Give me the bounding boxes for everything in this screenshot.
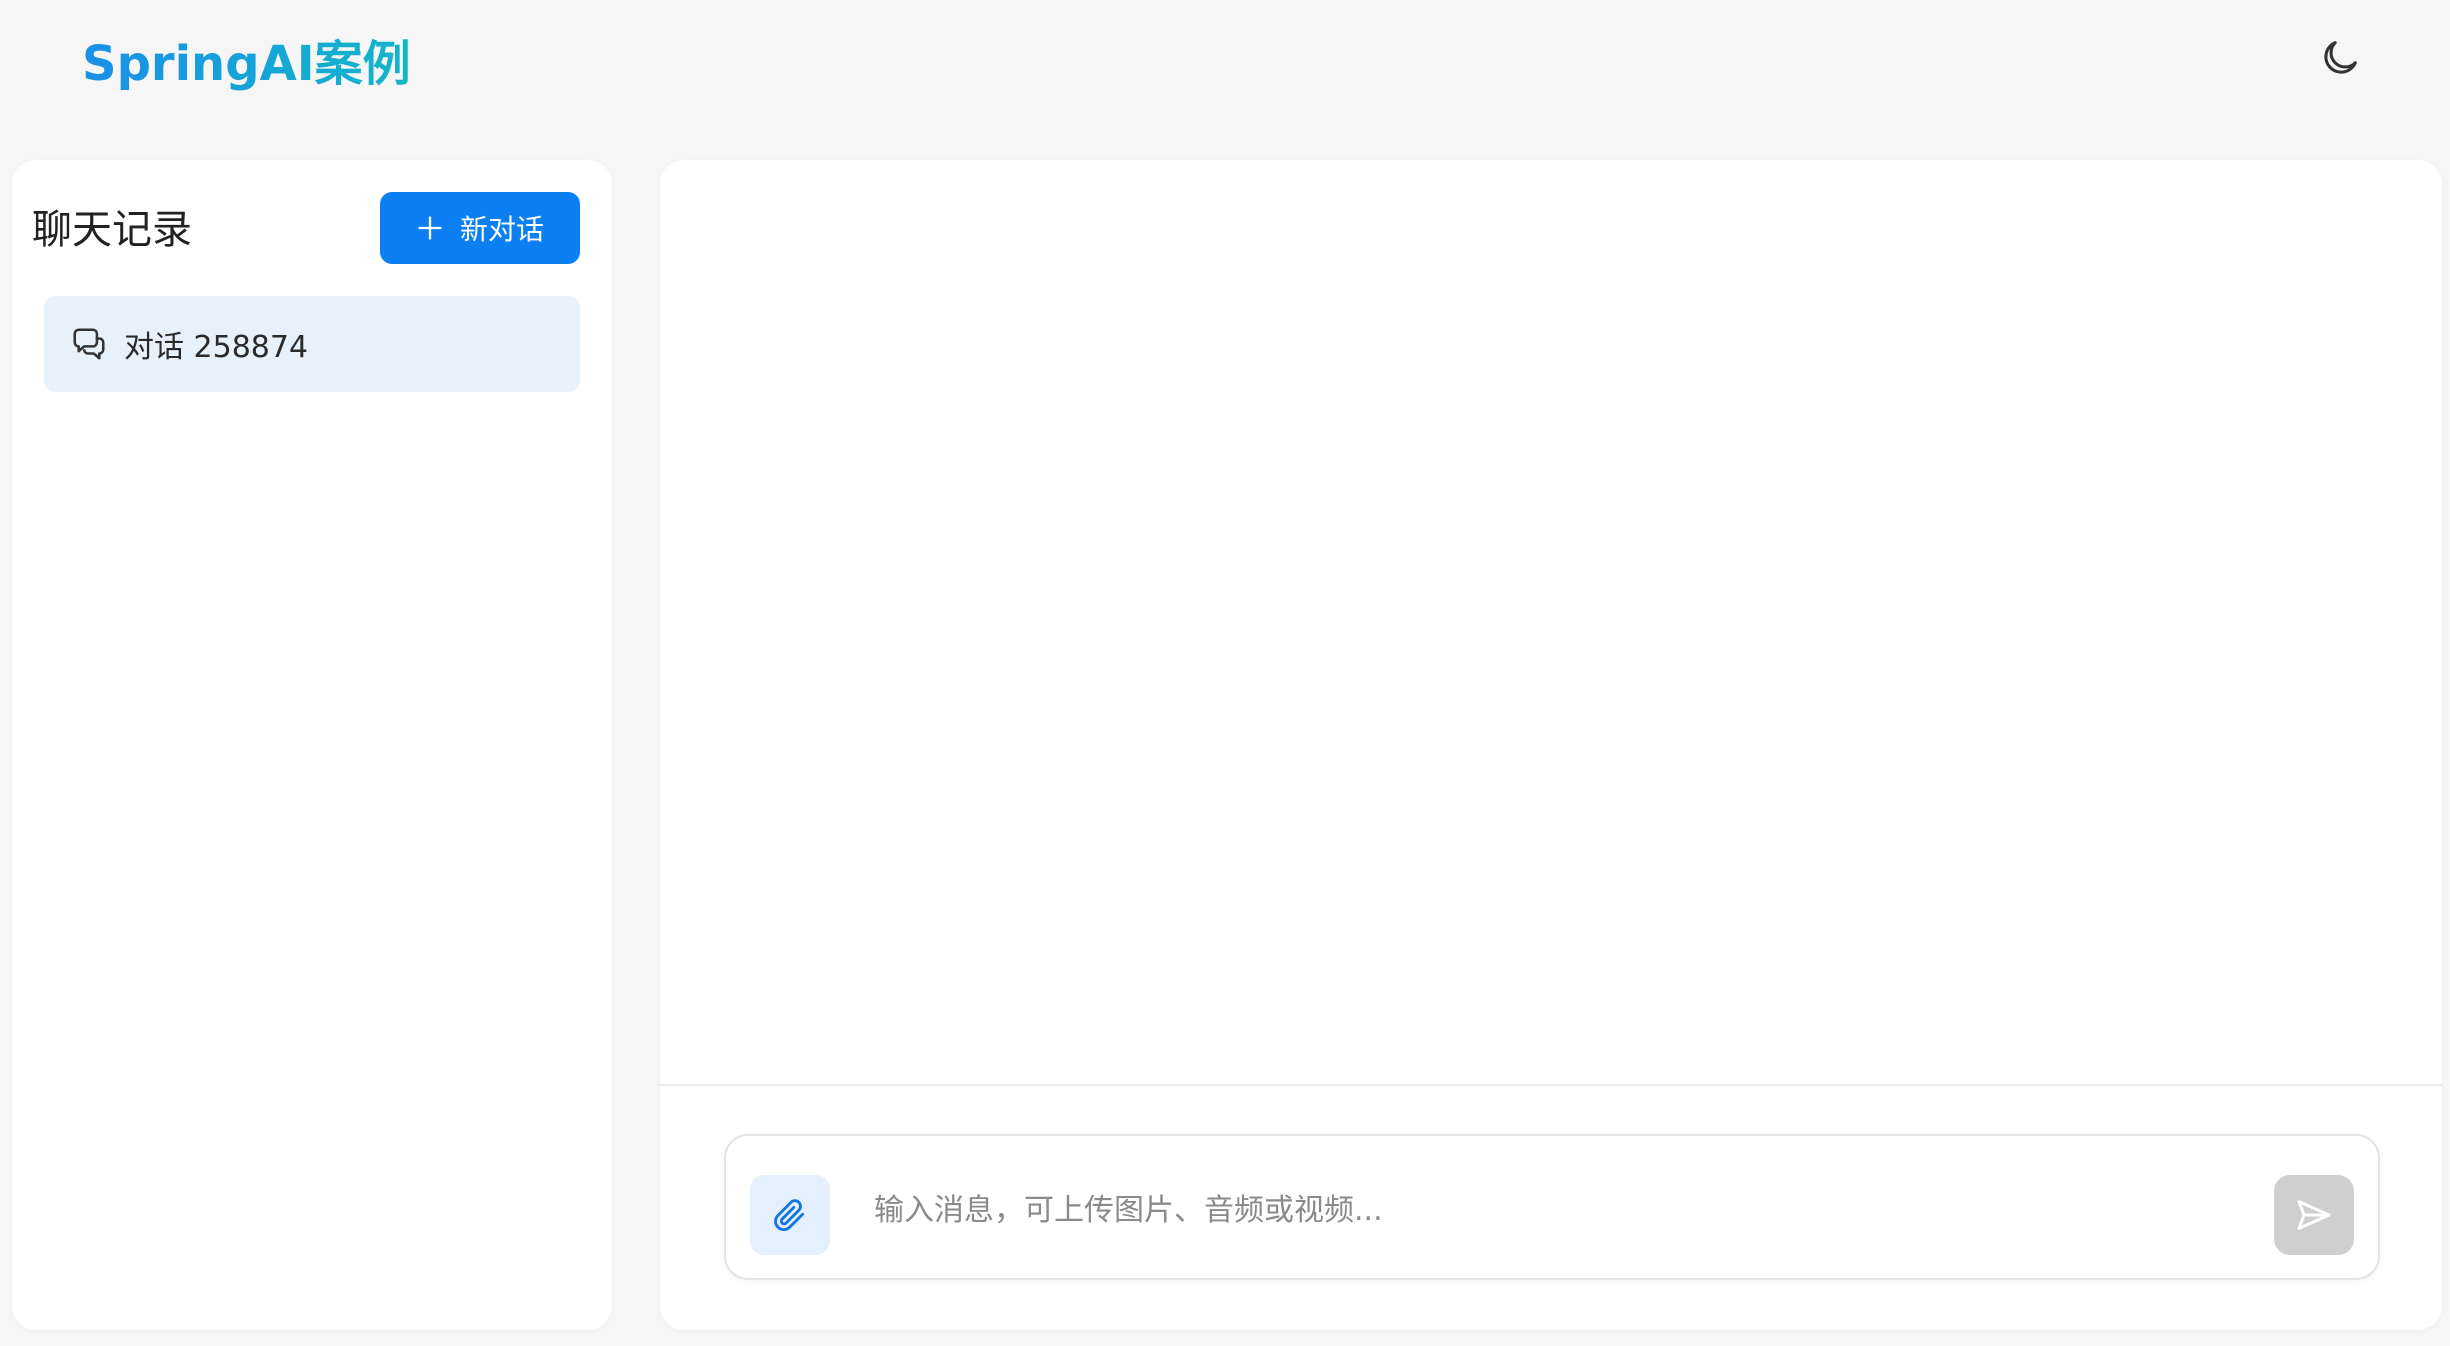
attach-file-button[interactable] [750,1175,830,1255]
app-header: SpringAI案例 [0,0,2450,140]
paperclip-icon [774,1199,805,1232]
moon-icon [2324,41,2357,74]
new-chat-label: 新对话 [459,213,544,246]
composer-divider [660,1084,2442,1086]
send-button[interactable] [2274,1175,2354,1255]
app-brand: SpringAI案例 [82,30,411,98]
new-chat-button[interactable]: 新对话 [380,192,580,264]
send-icon [2297,1200,2331,1230]
conversation-item[interactable]: 对话 258874 [44,296,580,392]
conversation-label: 对话 258874 [124,330,309,365]
theme-toggle-button[interactable] [2312,30,2368,86]
message-input[interactable] [872,1180,2252,1240]
plus-icon [418,216,442,240]
message-area [660,160,2442,1084]
chat-bubbles-icon [73,328,105,360]
sidebar-title: 聊天记录 [32,207,192,253]
